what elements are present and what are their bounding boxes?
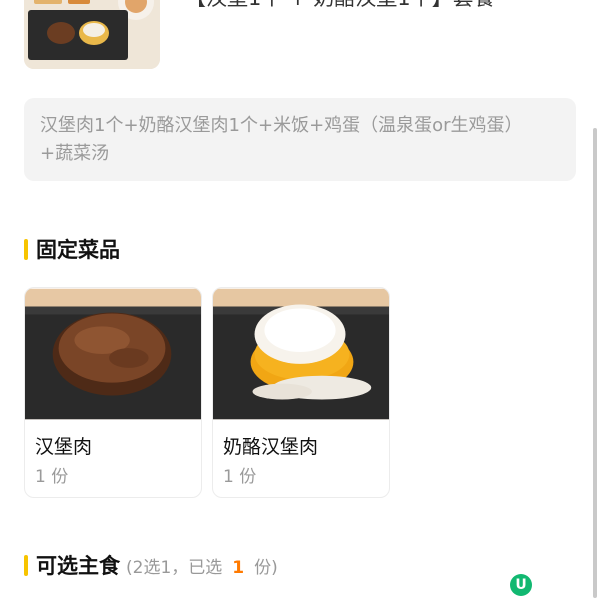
section-accent-bar: [24, 554, 28, 576]
selection-unit: 份): [254, 557, 278, 578]
dish-name: 汉堡肉: [35, 436, 93, 458]
set-meal-title: 【汉堡1个 + 奶酪汉堡1个】套餐: [185, 0, 495, 12]
vertical-scrollbar[interactable]: [593, 128, 597, 598]
floating-u-badge-icon[interactable]: U: [510, 574, 532, 596]
fixed-dishes-title: 固定菜品: [36, 238, 120, 262]
set-meal-description: 汉堡肉1个+奶酪汉堡肉1个+米饭+鸡蛋（温泉蛋or生鸡蛋） +蔬菜汤: [24, 98, 576, 181]
dish-card-hamburger[interactable]: 汉堡肉 1 份: [24, 287, 202, 498]
description-line-1: 汉堡肉1个+奶酪汉堡肉1个+米饭+鸡蛋（温泉蛋or生鸡蛋）: [40, 115, 523, 136]
optional-staple-header: 可选主食 (2选1，已选 1 份): [24, 550, 278, 580]
cheese-hamburger-image: [213, 288, 389, 420]
optional-staple-title: 可选主食: [36, 554, 120, 578]
dish-card-cheese-hamburger[interactable]: 奶酪汉堡肉 1 份: [212, 287, 390, 498]
dish-quantity: 1 份: [35, 467, 69, 487]
selection-rule: (2选1，已选: [126, 557, 223, 578]
set-meal-thumbnail[interactable]: [24, 0, 160, 69]
optional-staple-subtitle: (2选1，已选 1 份): [126, 553, 278, 578]
hamburger-steak-image: [25, 288, 201, 420]
section-accent-bar: [24, 238, 28, 260]
description-line-2: +蔬菜汤: [40, 143, 110, 164]
dish-quantity: 1 份: [223, 467, 257, 487]
dish-name: 奶酪汉堡肉: [223, 436, 319, 458]
selected-count: 1: [232, 557, 245, 578]
fixed-dishes-header: 固定菜品: [24, 234, 120, 264]
